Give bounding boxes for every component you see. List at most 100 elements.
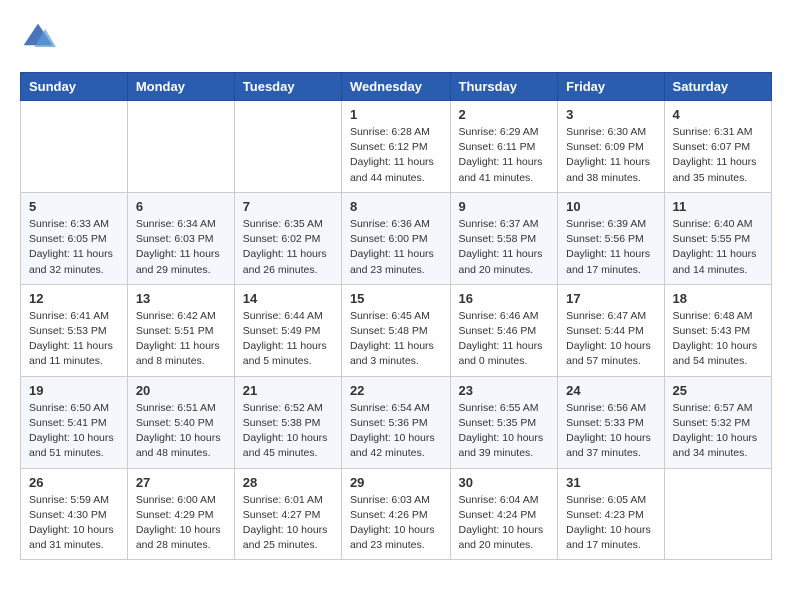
day-info: Sunrise: 6:01 AM Sunset: 4:27 PM Dayligh… [243,493,333,554]
calendar-cell: 13 Sunrise: 6:42 AM Sunset: 5:51 PM Dayli… [127,284,234,376]
day-number: 21 [243,383,333,398]
day-info: Sunrise: 6:48 AM Sunset: 5:43 PM Dayligh… [673,309,763,370]
calendar-cell: 28 Sunrise: 6:01 AM Sunset: 4:27 PM Dayli… [234,468,341,560]
calendar-cell: 11 Sunrise: 6:40 AM Sunset: 5:55 PM Dayli… [664,192,771,284]
logo [20,20,60,56]
day-number: 25 [673,383,763,398]
calendar-cell: 23 Sunrise: 6:55 AM Sunset: 5:35 PM Dayli… [450,376,558,468]
day-info: Sunrise: 6:46 AM Sunset: 5:46 PM Dayligh… [459,309,550,370]
calendar-cell [127,101,234,193]
day-info: Sunrise: 6:47 AM Sunset: 5:44 PM Dayligh… [566,309,655,370]
day-number: 8 [350,199,442,214]
day-info: Sunrise: 6:33 AM Sunset: 6:05 PM Dayligh… [29,217,119,278]
calendar-cell: 4 Sunrise: 6:31 AM Sunset: 6:07 PM Daylig… [664,101,771,193]
calendar-cell: 20 Sunrise: 6:51 AM Sunset: 5:40 PM Dayli… [127,376,234,468]
calendar-cell: 25 Sunrise: 6:57 AM Sunset: 5:32 PM Dayli… [664,376,771,468]
day-info: Sunrise: 6:35 AM Sunset: 6:02 PM Dayligh… [243,217,333,278]
day-number: 23 [459,383,550,398]
day-number: 19 [29,383,119,398]
day-number: 13 [136,291,226,306]
day-number: 9 [459,199,550,214]
col-header-monday: Monday [127,73,234,101]
calendar-cell: 21 Sunrise: 6:52 AM Sunset: 5:38 PM Dayli… [234,376,341,468]
day-info: Sunrise: 6:42 AM Sunset: 5:51 PM Dayligh… [136,309,226,370]
day-info: Sunrise: 6:54 AM Sunset: 5:36 PM Dayligh… [350,401,442,462]
calendar-cell: 7 Sunrise: 6:35 AM Sunset: 6:02 PM Daylig… [234,192,341,284]
day-number: 26 [29,475,119,490]
day-number: 3 [566,107,655,122]
col-header-thursday: Thursday [450,73,558,101]
calendar-header-row: SundayMondayTuesdayWednesdayThursdayFrid… [21,73,772,101]
calendar-cell: 5 Sunrise: 6:33 AM Sunset: 6:05 PM Daylig… [21,192,128,284]
calendar-cell: 16 Sunrise: 6:46 AM Sunset: 5:46 PM Dayli… [450,284,558,376]
calendar-cell: 12 Sunrise: 6:41 AM Sunset: 5:53 PM Dayli… [21,284,128,376]
day-number: 24 [566,383,655,398]
day-number: 6 [136,199,226,214]
col-header-wednesday: Wednesday [341,73,450,101]
day-number: 14 [243,291,333,306]
day-info: Sunrise: 6:00 AM Sunset: 4:29 PM Dayligh… [136,493,226,554]
calendar-week-row: 26 Sunrise: 5:59 AM Sunset: 4:30 PM Dayli… [21,468,772,560]
calendar-cell: 27 Sunrise: 6:00 AM Sunset: 4:29 PM Dayli… [127,468,234,560]
day-number: 18 [673,291,763,306]
calendar-week-row: 19 Sunrise: 6:50 AM Sunset: 5:41 PM Dayli… [21,376,772,468]
calendar-cell: 19 Sunrise: 6:50 AM Sunset: 5:41 PM Dayli… [21,376,128,468]
day-number: 7 [243,199,333,214]
calendar-cell: 30Sunrise: 6:04 AM Sunset: 4:24 PM Dayli… [450,468,558,560]
calendar-cell: 10 Sunrise: 6:39 AM Sunset: 5:56 PM Dayli… [558,192,664,284]
day-info: Sunrise: 6:41 AM Sunset: 5:53 PM Dayligh… [29,309,119,370]
day-info: Sunrise: 6:56 AM Sunset: 5:33 PM Dayligh… [566,401,655,462]
day-info: Sunrise: 6:40 AM Sunset: 5:55 PM Dayligh… [673,217,763,278]
calendar-cell: 31Sunrise: 6:05 AM Sunset: 4:23 PM Dayli… [558,468,664,560]
day-info: Sunrise: 6:34 AM Sunset: 6:03 PM Dayligh… [136,217,226,278]
day-number: 27 [136,475,226,490]
day-info: Sunrise: 6:57 AM Sunset: 5:32 PM Dayligh… [673,401,763,462]
day-info: Sunrise: 6:44 AM Sunset: 5:49 PM Dayligh… [243,309,333,370]
day-info: Sunrise: 6:36 AM Sunset: 6:00 PM Dayligh… [350,217,442,278]
day-info: Sunrise: 6:51 AM Sunset: 5:40 PM Dayligh… [136,401,226,462]
calendar-cell: 14 Sunrise: 6:44 AM Sunset: 5:49 PM Dayli… [234,284,341,376]
day-info: Sunrise: 6:50 AM Sunset: 5:41 PM Dayligh… [29,401,119,462]
calendar-cell [234,101,341,193]
col-header-tuesday: Tuesday [234,73,341,101]
calendar-cell: 18 Sunrise: 6:48 AM Sunset: 5:43 PM Dayli… [664,284,771,376]
calendar-week-row: 1 Sunrise: 6:28 AM Sunset: 6:12 PM Daylig… [21,101,772,193]
day-info: Sunrise: 6:45 AM Sunset: 5:48 PM Dayligh… [350,309,442,370]
day-number: 28 [243,475,333,490]
calendar-cell: 22 Sunrise: 6:54 AM Sunset: 5:36 PM Dayli… [341,376,450,468]
page-header [20,20,772,56]
day-number: 10 [566,199,655,214]
day-info: Sunrise: 5:59 AM Sunset: 4:30 PM Dayligh… [29,493,119,554]
day-number: 2 [459,107,550,122]
day-number: 1 [350,107,442,122]
day-number: 4 [673,107,763,122]
calendar-cell: 1 Sunrise: 6:28 AM Sunset: 6:12 PM Daylig… [341,101,450,193]
col-header-sunday: Sunday [21,73,128,101]
day-info: Sunrise: 6:55 AM Sunset: 5:35 PM Dayligh… [459,401,550,462]
calendar-cell: 17Sunrise: 6:47 AM Sunset: 5:44 PM Dayli… [558,284,664,376]
calendar-cell: 9Sunrise: 6:37 AM Sunset: 5:58 PM Daylig… [450,192,558,284]
day-number: 20 [136,383,226,398]
day-info: Sunrise: 6:28 AM Sunset: 6:12 PM Dayligh… [350,125,442,186]
day-number: 22 [350,383,442,398]
col-header-friday: Friday [558,73,664,101]
day-info: Sunrise: 6:04 AM Sunset: 4:24 PM Dayligh… [459,493,550,554]
calendar-cell: 6 Sunrise: 6:34 AM Sunset: 6:03 PM Daylig… [127,192,234,284]
day-info: Sunrise: 6:29 AM Sunset: 6:11 PM Dayligh… [459,125,550,186]
day-number: 16 [459,291,550,306]
logo-icon [20,20,56,56]
day-info: Sunrise: 6:39 AM Sunset: 5:56 PM Dayligh… [566,217,655,278]
calendar-week-row: 12 Sunrise: 6:41 AM Sunset: 5:53 PM Dayli… [21,284,772,376]
calendar-cell: 8 Sunrise: 6:36 AM Sunset: 6:00 PM Daylig… [341,192,450,284]
calendar-cell: 2 Sunrise: 6:29 AM Sunset: 6:11 PM Daylig… [450,101,558,193]
col-header-saturday: Saturday [664,73,771,101]
day-number: 12 [29,291,119,306]
day-info: Sunrise: 6:03 AM Sunset: 4:26 PM Dayligh… [350,493,442,554]
day-number: 5 [29,199,119,214]
calendar-cell: 15Sunrise: 6:45 AM Sunset: 5:48 PM Dayli… [341,284,450,376]
day-number: 11 [673,199,763,214]
day-info: Sunrise: 6:52 AM Sunset: 5:38 PM Dayligh… [243,401,333,462]
calendar-cell: 24 Sunrise: 6:56 AM Sunset: 5:33 PM Dayli… [558,376,664,468]
day-info: Sunrise: 6:31 AM Sunset: 6:07 PM Dayligh… [673,125,763,186]
calendar-cell: 26 Sunrise: 5:59 AM Sunset: 4:30 PM Dayli… [21,468,128,560]
